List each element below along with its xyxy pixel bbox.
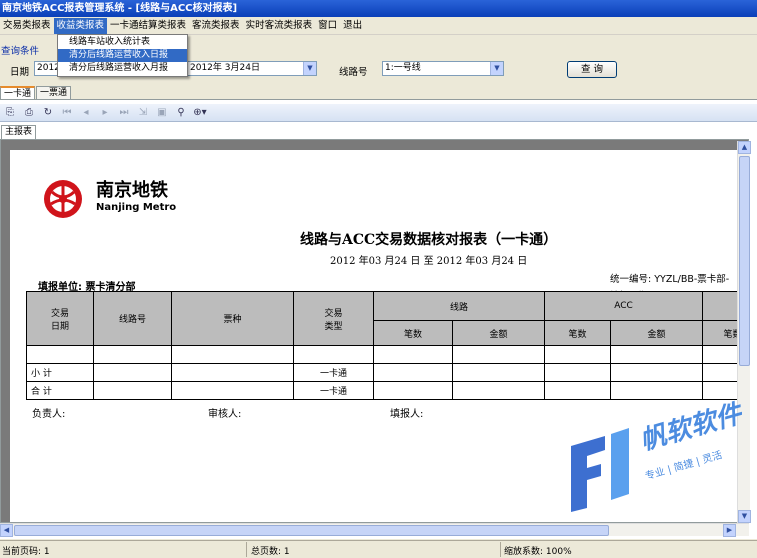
date-label: 日期: [10, 67, 30, 78]
logo-text-cn: 南京地铁: [96, 180, 168, 201]
prev-page-icon[interactable]: ◂: [78, 105, 94, 121]
chevron-down-icon[interactable]: ▼: [303, 62, 316, 75]
next-page-icon[interactable]: ▸: [97, 105, 113, 121]
dropdown-item-monthly-line-revenue[interactable]: 清分后线路运营收入月报: [58, 62, 187, 75]
horizontal-scrollbar[interactable]: ◀ ▶: [0, 523, 749, 537]
report-title: 线路与ACC交易数据核对报表（一卡通）: [300, 232, 558, 248]
menu-revenue-reports[interactable]: 收益类报表: [53, 18, 108, 34]
stop-icon[interactable]: ▣: [154, 105, 170, 121]
report-toolbar: ⎘ ⎙ ↻ ⏮ ◂ ▸ ⏭ ⇲ ▣ ⚲ ⊕▾: [0, 104, 757, 122]
status-total-pages: 总页数: 1: [251, 547, 290, 557]
date-to-value: 2012年 3月24日: [190, 63, 260, 73]
window-title: 南京地铁ACC报表管理系统 - [线路与ACC核对报表]: [0, 0, 757, 17]
col-acc-amount: 金额: [610, 320, 703, 346]
menubar: 交易类报表 收益类报表 一卡通结算类报表 客流类报表 实时客流类报表 窗口 退出: [0, 18, 757, 35]
dropdown-item-daily-line-revenue[interactable]: 清分后线路运营收入日报: [58, 49, 187, 62]
horizontal-scroll-thumb[interactable]: [14, 525, 609, 536]
signature-reviewer: 审核人:: [208, 409, 242, 420]
tab-one-card[interactable]: 一卡通: [0, 86, 36, 99]
vertical-scroll-thumb[interactable]: [739, 156, 750, 366]
revenue-reports-dropdown: 线路车站收入统计表 清分后线路运营收入日报 清分后线路运营收入月报: [57, 34, 188, 77]
line-select[interactable]: 1:一号线 ▼: [382, 61, 504, 76]
col-group-line: 线路: [373, 291, 545, 321]
chevron-down-icon[interactable]: ▼: [490, 62, 503, 75]
status-divider: [500, 542, 501, 557]
fanruan-watermark: 帆软软件 专业 | 简捷 | 灵活: [565, 399, 745, 520]
logo-text-en: Nanjing Metro: [96, 202, 177, 213]
col-group-acc: ACC: [544, 291, 703, 321]
query-section-label: 查询条件: [1, 46, 40, 57]
report-table: 交易日期 线路号 票种 交易类型 线路 ACC 笔数 金额 笔数 金额 笔数: [26, 291, 748, 400]
menu-trade-reports[interactable]: 交易类报表: [0, 18, 54, 34]
table-row: [26, 345, 748, 364]
refresh-icon[interactable]: ↻: [40, 105, 56, 121]
signature-manager: 负责人:: [32, 409, 66, 420]
menu-ridership-reports[interactable]: 客流类报表: [189, 18, 243, 34]
table-row-subtotal: 小 计一卡通: [26, 363, 748, 382]
status-current-page: 当前页码: 1: [2, 547, 50, 557]
print-icon[interactable]: ⎙: [21, 105, 37, 121]
col-trade-date: 交易 日期: [26, 291, 94, 346]
col-line-amount: 金额: [452, 320, 545, 346]
line-label: 线路号: [339, 67, 368, 78]
report-date-range: 2012 年03 月24 日 至 2012 年03 月24 日: [330, 256, 528, 267]
ticket-type-tabs: 一卡通 一票通: [0, 86, 72, 99]
signature-filler: 填报人:: [390, 409, 424, 420]
scroll-left-icon[interactable]: ◀: [0, 524, 13, 537]
col-line-no: 线路号: [93, 291, 172, 346]
col-trade-type: 交易 类型: [293, 291, 374, 346]
status-zoom: 缩放系数: 100%: [504, 547, 572, 557]
col-acc-count: 笔数: [544, 320, 611, 346]
report-serial: 统一编号: YYZL/BB-票卡部-: [610, 274, 730, 285]
tab-main-report[interactable]: 主报表: [1, 125, 37, 139]
menu-window[interactable]: 窗口: [315, 18, 340, 34]
status-divider: [246, 542, 247, 557]
date-to-picker[interactable]: 2012年 3月24日 ▼: [187, 61, 317, 76]
find-icon[interactable]: ⚲: [173, 105, 189, 121]
statusbar: 当前页码: 1 总页数: 1 缩放系数: 100%: [0, 540, 757, 558]
zoom-icon[interactable]: ⊕▾: [192, 105, 208, 121]
search-button[interactable]: 查 询: [567, 61, 617, 78]
col-line-count: 笔数: [373, 320, 453, 346]
scroll-right-icon[interactable]: ▶: [723, 524, 736, 537]
goto-page-icon[interactable]: ⇲: [135, 105, 151, 121]
export-icon[interactable]: ⎘: [2, 105, 18, 121]
first-page-icon[interactable]: ⏮: [59, 105, 75, 121]
table-row-total: 合 计一卡通: [26, 381, 748, 400]
menu-realtime-ridership-reports[interactable]: 实时客流类报表: [243, 18, 316, 34]
col-ticket-type: 票种: [171, 291, 294, 346]
fanruan-logo-icon: [571, 428, 629, 512]
menu-exit[interactable]: 退出: [340, 18, 365, 34]
menu-card-settlement-reports[interactable]: 一卡通结算类报表: [107, 18, 189, 34]
dropdown-item-station-revenue[interactable]: 线路车站收入统计表: [58, 36, 187, 49]
nanjing-metro-logo: [44, 180, 82, 218]
tab-one-ticket[interactable]: 一票通: [36, 86, 72, 99]
scroll-up-icon[interactable]: ▲: [738, 141, 751, 154]
line-select-value: 1:一号线: [385, 63, 421, 73]
last-page-icon[interactable]: ⏭: [116, 105, 132, 121]
